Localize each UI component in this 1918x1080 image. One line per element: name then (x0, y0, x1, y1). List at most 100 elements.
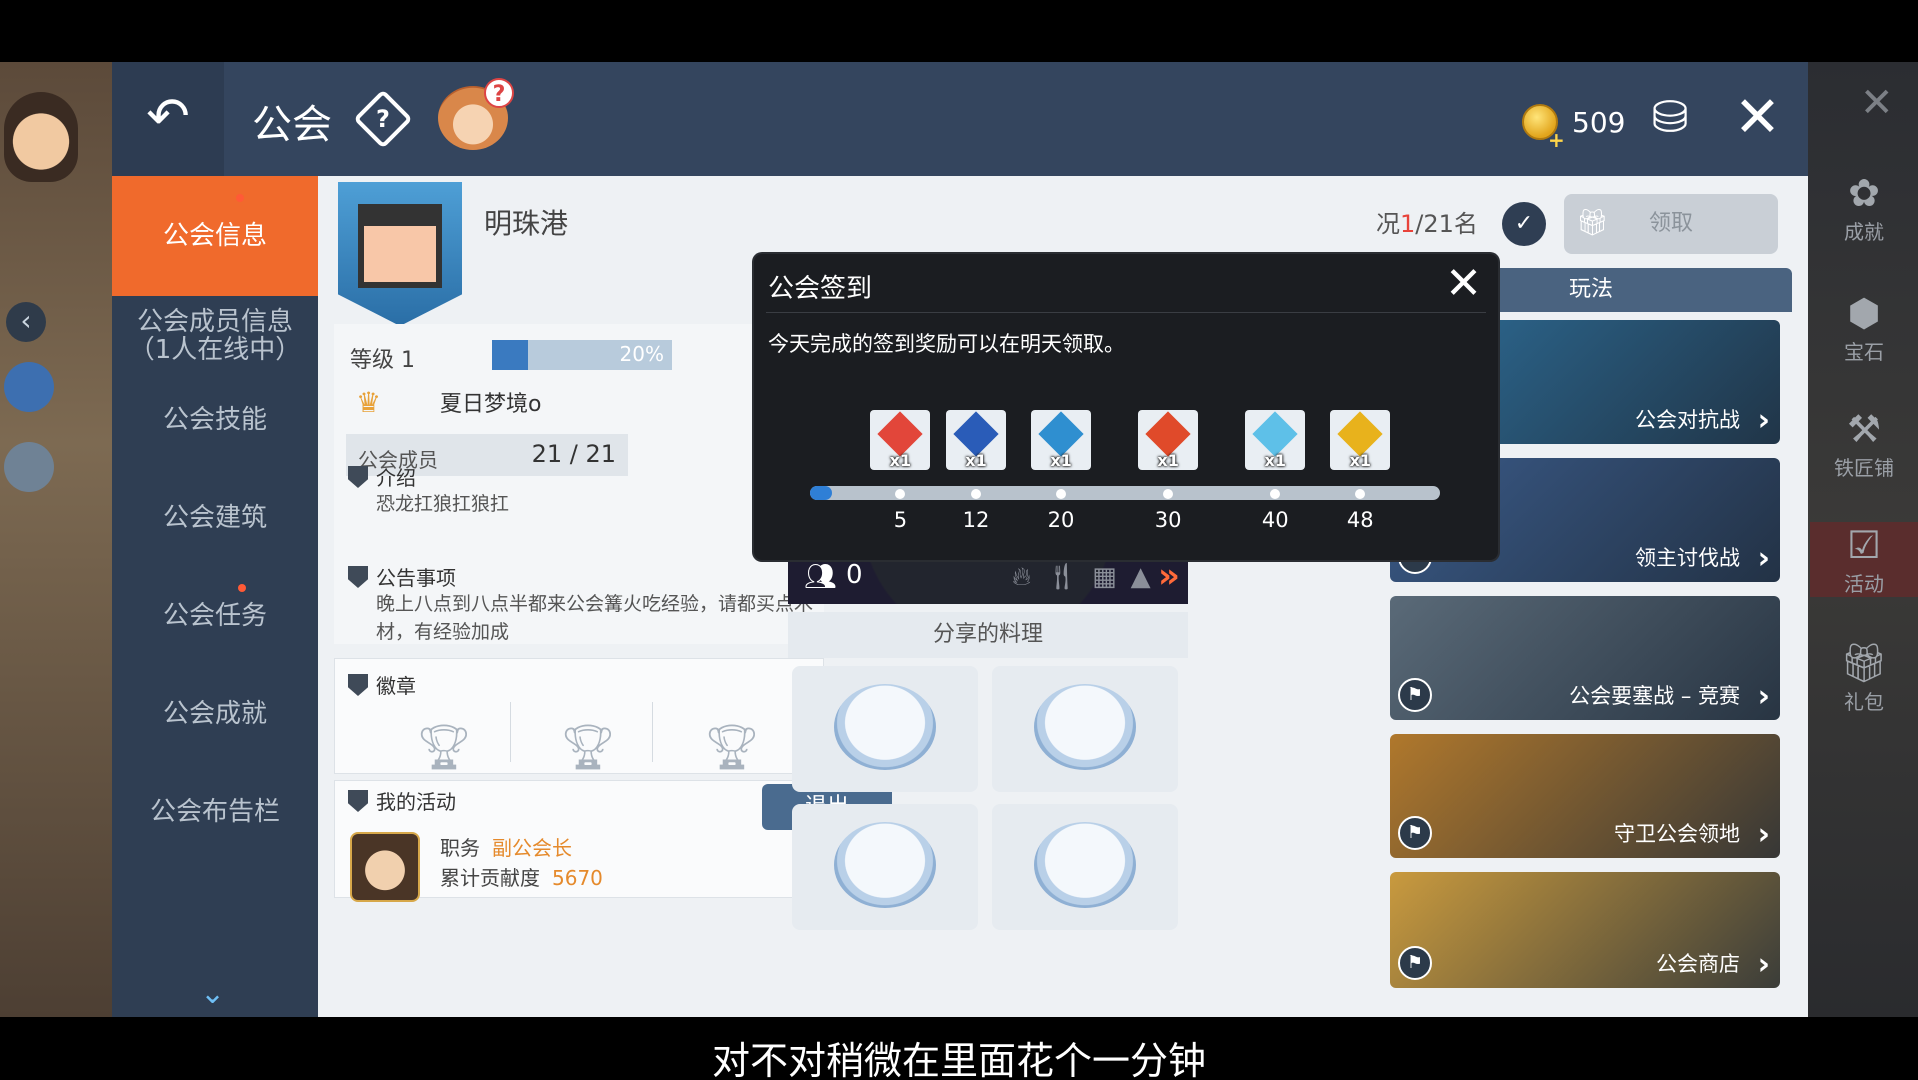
question-badge-icon: ? (484, 78, 514, 108)
role-value: 副公会长 (492, 836, 572, 860)
reward-item[interactable]: x1 (946, 410, 1006, 470)
chevron-down-icon[interactable]: ⌄ (200, 976, 225, 1011)
nav-item-bulletin[interactable]: 公会布告栏 (112, 752, 318, 872)
dialog-title: 公会签到 (768, 274, 873, 304)
checkin-dialog: 公会签到 ✕ 今天完成的签到奖励可以在明天领取。 x1 5 x1 12 x1 20 x1 30… (754, 254, 1498, 560)
plate-icon (1034, 822, 1136, 908)
trophy-icon[interactable]: 🏆︎ (560, 726, 616, 770)
reward-quantity: x1 (1050, 451, 1072, 470)
notice-title: 公告事项 (376, 566, 456, 590)
plate-icon (834, 822, 936, 908)
milestone-label: 5 (893, 508, 908, 532)
dialog-divider (766, 312, 1486, 313)
mascot-guide-button[interactable]: ? (438, 78, 514, 150)
reward-item[interactable]: x1 (1138, 410, 1199, 470)
plate-icon (1034, 684, 1136, 770)
flag-icon: ⚑ (1398, 946, 1432, 980)
achievement-icon: ✿ (1848, 171, 1880, 215)
chevron-right-icon[interactable]: » (1158, 556, 1180, 596)
guild-emblem (338, 182, 462, 326)
reward-quantity: x1 (889, 451, 912, 470)
play-card-fortress-war[interactable]: ⚑ 公会要塞战 – 竞赛 › (1390, 596, 1780, 720)
play-card-defend-territory[interactable]: ⚑ 守卫公会领地 › (1390, 734, 1780, 858)
play-card-label: 领主讨伐战 (1635, 546, 1740, 570)
back-arrow-icon: ↶ (146, 87, 190, 147)
checkin-progress-fill (810, 486, 832, 500)
close-dialog-button[interactable]: ✕ (1445, 260, 1482, 308)
campfire-tool-icons: 🔥︎🍴︎▦▲ (1012, 562, 1165, 592)
contribution-label: 累计贡献度 (440, 866, 540, 890)
notification-dot (236, 194, 244, 202)
reward-gem-icon (953, 411, 999, 457)
reward-gem-icon (877, 411, 924, 457)
dialog-description: 今天完成的签到奖励可以在明天领取。 (768, 332, 1125, 356)
trophy-icon[interactable]: 🏆︎ (416, 726, 472, 770)
side-item-gift: 🎁︎ 礼包 (1810, 640, 1918, 715)
campfire-people-count: 0 (846, 560, 863, 590)
reward-quantity: x1 (1157, 451, 1179, 470)
title-bar: ↶ 公会 ? ? + 509 ⛁ ✕ (112, 62, 1808, 176)
guild-name: 明珠港 (484, 207, 569, 240)
reward-gem-icon (1038, 411, 1084, 457)
play-card-label: 公会商店 (1656, 952, 1740, 976)
plate-icon (834, 684, 936, 770)
food-slot[interactable] (792, 666, 978, 792)
chevron-right-icon: › (1757, 817, 1770, 852)
back-button[interactable]: ↶ (112, 62, 224, 176)
role-row: 职务 副公会长 (440, 832, 572, 861)
side-item-label: 礼包 (1844, 690, 1884, 714)
notification-dot (238, 584, 246, 592)
play-card-guild-shop[interactable]: ⚑ 公会商店 › (1390, 872, 1780, 988)
divider (652, 702, 653, 762)
coin-balance: 509 (1572, 106, 1626, 139)
character-portrait (4, 92, 78, 182)
badge-title: 徽章 (376, 674, 416, 698)
background-left-scene: ‹ (0, 62, 112, 1017)
members-value: 21 / 21 (531, 440, 616, 468)
side-item-label: 宝石 (1844, 340, 1884, 364)
shared-food-title: 分享的料理 (788, 612, 1188, 658)
guild-window: ↶ 公会 ? ? + 509 ⛁ ✕ 公会信息 公会成员信息 （1人在线中） 公… (112, 62, 1808, 1017)
reward-item[interactable]: x1 (870, 410, 931, 470)
video-subtitle: 对不对稍微在里面花个一分钟 (711, 1039, 1206, 1080)
reward-quantity: x1 (965, 451, 987, 470)
reward-gem-icon (1145, 411, 1191, 457)
crown-icon: ♛ (356, 386, 382, 419)
food-slot[interactable] (792, 804, 978, 930)
add-coin-icon[interactable]: + (1548, 128, 1565, 152)
window-title: 公会 (252, 102, 332, 148)
gift-icon: 🎁︎ (1576, 208, 1610, 238)
reward-gem-icon (1337, 411, 1383, 457)
flag-icon: ⚑ (1398, 678, 1432, 712)
reward-item[interactable]: x1 (1245, 410, 1306, 470)
close-window-button[interactable]: ✕ (1734, 88, 1781, 148)
notice-text: 晚上八点到八点半都来公会篝火吃经验，请都买点木材，有经验加成 (376, 593, 814, 643)
milestone-label: 30 (1154, 508, 1182, 532)
gem-icon: ⬢ (1847, 291, 1881, 335)
play-card-label: 公会要塞战 – 竞赛 (1569, 684, 1740, 708)
role-label: 职务 (440, 836, 480, 860)
chevron-right-icon: › (1757, 403, 1770, 438)
side-item-gem: ⬢ 宝石 (1810, 290, 1918, 365)
gift-icon: 🎁︎ (1839, 641, 1889, 685)
intro-text: 恐龙扛狼扛狼扛 (376, 493, 510, 515)
food-slot[interactable] (992, 666, 1178, 792)
milestone-label: 12 (962, 508, 990, 532)
pixel-face-icon (358, 204, 442, 288)
divider (510, 702, 511, 762)
trophy-icon[interactable]: 🏆︎ (704, 726, 760, 770)
side-item-achievement: ✿ 成就 (1810, 170, 1918, 245)
side-item-label: 成就 (1844, 220, 1884, 244)
currency-exchange-icon[interactable]: ⛁ (1642, 92, 1698, 144)
reward-item[interactable]: x1 (1330, 410, 1391, 470)
side-item-label: 铁匠铺 (1834, 456, 1894, 480)
chevron-right-icon: › (1757, 541, 1770, 576)
food-slot[interactable] (992, 804, 1178, 930)
reward-item[interactable]: x1 (1031, 410, 1092, 470)
side-item-blacksmith: ⚒ 铁匠铺 (1810, 406, 1918, 481)
reward-gem-icon (1252, 411, 1298, 457)
reward-quantity: x1 (1264, 451, 1286, 470)
calendar-check-icon[interactable]: ✓ (1502, 202, 1546, 246)
help-diamond-icon[interactable]: ? (353, 89, 413, 149)
level-progress-bar: 20% (492, 340, 672, 370)
